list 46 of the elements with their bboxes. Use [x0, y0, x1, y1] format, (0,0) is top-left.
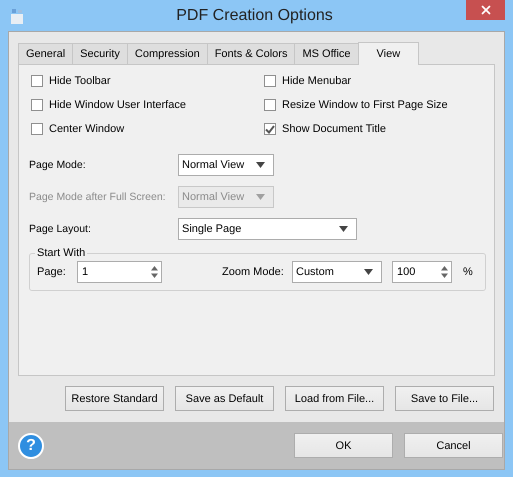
checkbox-label: Show Document Title	[282, 123, 386, 135]
dropdown[interactable]: Single Page	[178, 218, 357, 240]
action-button[interactable]: Restore Standard	[65, 386, 164, 411]
checkbox[interactable]	[31, 75, 43, 87]
checkbox-label: Hide Window User Interface	[49, 99, 186, 111]
action-button[interactable]: Save to File...	[395, 386, 494, 411]
tab[interactable]: Compression	[126, 43, 208, 64]
tab[interactable]: General	[18, 43, 74, 64]
unit-label: %	[463, 266, 473, 278]
checkbox[interactable]	[264, 123, 276, 135]
dropdown[interactable]: Custom	[292, 261, 382, 283]
field-label: Page:	[37, 266, 67, 278]
tab[interactable]: Security	[72, 43, 128, 64]
tab[interactable]: View	[358, 42, 420, 65]
dialog-button[interactable]: Cancel	[404, 433, 503, 458]
tab[interactable]: MS Office	[294, 43, 359, 64]
window-title: PDF Creation Options	[175, 6, 334, 24]
caret-icon	[256, 194, 265, 200]
action-button[interactable]: Save as Default	[175, 386, 274, 411]
action-button[interactable]: Load from File...	[285, 386, 384, 411]
field-label: Page Mode after Full Screen:	[29, 191, 167, 203]
spin-arrows-icon[interactable]	[441, 266, 448, 278]
group-title: Start With	[36, 247, 86, 259]
field-label: Page Mode:	[29, 159, 87, 171]
checkbox[interactable]	[31, 123, 43, 135]
tab[interactable]: Fonts & Colors	[206, 43, 296, 64]
checkbox-label: Hide Toolbar	[49, 75, 111, 87]
dropdown[interactable]: Normal View	[178, 154, 274, 176]
checkbox-label: Hide Menubar	[282, 75, 352, 87]
checkbox-label: Center Window	[49, 123, 124, 135]
checkbox[interactable]	[264, 99, 276, 111]
spin-field[interactable]: 100	[392, 261, 452, 283]
spin-arrows-icon[interactable]	[151, 266, 158, 278]
caret-icon	[339, 226, 348, 232]
checkbox[interactable]	[31, 99, 43, 111]
checkbox-label: Resize Window to First Page Size	[282, 99, 448, 111]
dialog-button[interactable]: OK	[294, 433, 393, 458]
field-label: Page Layout:	[29, 223, 92, 235]
field-label: Zoom Mode:	[222, 266, 285, 278]
app-icon	[10, 8, 24, 24]
close-button[interactable]	[466, 0, 505, 20]
close-icon	[478, 3, 492, 17]
caret-icon	[256, 162, 265, 168]
caret-icon	[364, 269, 373, 275]
spin-field[interactable]: 1	[77, 261, 162, 283]
checkbox[interactable]	[264, 75, 276, 87]
